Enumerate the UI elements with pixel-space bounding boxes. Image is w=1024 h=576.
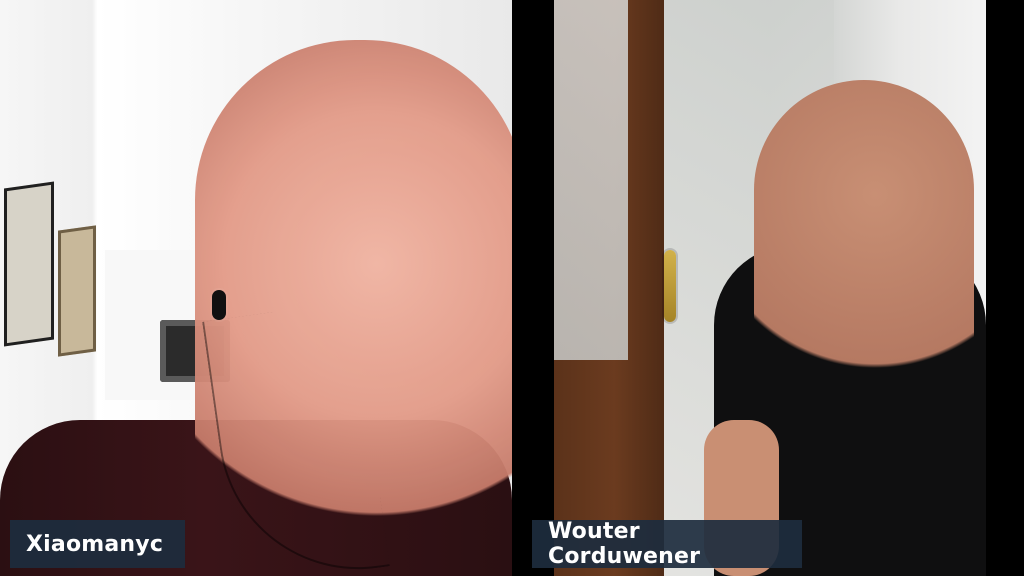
wall-frame (4, 181, 54, 347)
wall-frame (58, 225, 96, 357)
participant-video-tile-right[interactable] (554, 0, 986, 576)
participant-video-tile-left[interactable] (0, 0, 512, 576)
participant-person (754, 80, 974, 576)
door-handle (664, 250, 676, 322)
participant-name-tag-right: Wouter Corduwener (532, 519, 802, 569)
participant-name-right: Wouter Corduwener (548, 519, 701, 569)
participant-name-tag-left: Xiaomanyc (10, 520, 185, 568)
tile-divider (512, 0, 554, 576)
earphone-icon (212, 290, 226, 320)
participant-name-left: Xiaomanyc (26, 531, 164, 557)
door-glass (554, 0, 628, 360)
video-call-stage: Xiaomanyc Wouter Corduwener (0, 0, 1024, 576)
right-black-bar (986, 0, 1024, 576)
